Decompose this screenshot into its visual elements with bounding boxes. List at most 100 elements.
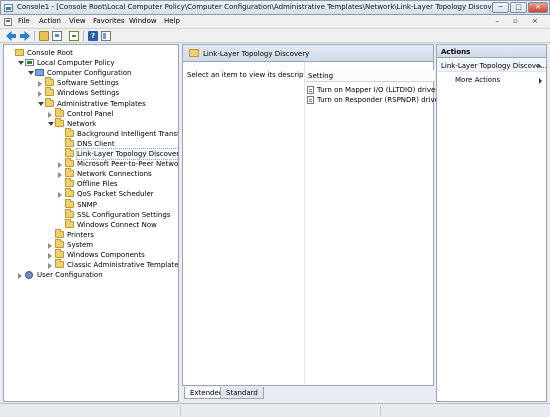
setting-name: Turn on Responder (RSPNDR) driver: [317, 96, 442, 104]
collapsed-arrow-icon[interactable]: [58, 172, 62, 179]
collapsed-arrow-icon[interactable]: [58, 192, 62, 199]
menu-help[interactable]: Help: [164, 17, 180, 25]
collapsed-arrow-icon[interactable]: [38, 91, 42, 98]
forward-arrow-icon[interactable]: [20, 31, 30, 41]
folder-icon: [55, 228, 64, 238]
tree-node-label: Control Panel: [67, 109, 114, 118]
tree-node-label: Classic Administrative Templates (ADM: [67, 261, 179, 270]
result-pane: Select an item to view its description. …: [182, 62, 442, 386]
submenu-arrow-icon: [539, 78, 542, 84]
menu-view[interactable]: View: [69, 17, 86, 25]
menu-bar: File Action View Favorites Window Help –…: [0, 15, 550, 29]
tree-node-label: SSL Configuration Settings: [77, 210, 171, 219]
back-arrow-icon[interactable]: [6, 31, 16, 41]
folder-icon: [65, 208, 74, 218]
tree-node-label: SNMP: [77, 200, 97, 209]
expanded-arrow-icon[interactable]: [28, 71, 34, 76]
tree-node-label: Administrative Templates: [57, 99, 146, 108]
actions-section-title: Link-Layer Topology Discove...: [441, 62, 547, 70]
tree-node-label: Software Settings: [57, 79, 119, 88]
menu-window[interactable]: Window: [129, 17, 157, 25]
tree-node-label: Windows Connect Now: [77, 220, 157, 229]
status-bar: [0, 403, 550, 417]
collapsed-arrow-icon[interactable]: [48, 253, 52, 259]
window-title: Console1 - [Console Root\Local Computer …: [17, 3, 506, 11]
tree-node-label: Windows Settings: [57, 89, 120, 98]
folder-icon: [65, 168, 74, 178]
tree-node-label: Printers: [67, 230, 94, 239]
policy-setting-icon: [307, 86, 314, 94]
actions-section-header[interactable]: Link-Layer Topology Discove...: [437, 59, 547, 72]
menu-file[interactable]: File: [18, 17, 30, 25]
status-divider: [380, 406, 381, 416]
export-list-icon[interactable]: [69, 31, 79, 41]
document-window-icon[interactable]: [4, 18, 12, 26]
toolbar-separator: [83, 31, 84, 41]
column-header-label: Setting: [308, 72, 334, 80]
policy-icon: [25, 59, 34, 67]
tree-node-label: Microsoft Peer-to-Peer Networkin: [77, 160, 179, 169]
folder-icon: [65, 218, 74, 228]
collapsed-arrow-icon[interactable]: [18, 273, 22, 280]
description-text: Select an item to view its description.: [187, 71, 320, 79]
tree-node-label: Link-Layer Topology Discovery: [75, 148, 178, 160]
folder-icon: [65, 148, 74, 157]
result-pane-header: Link-Layer Topology Discovery: [182, 44, 434, 62]
mmc-app-icon[interactable]: [4, 4, 13, 12]
actions-pane: Actions Link-Layer Topology Discove... M…: [436, 44, 547, 402]
tree-node-label: Background Intelligent Transfer Se: [77, 129, 179, 138]
console-tree[interactable]: Console Root Local Computer Policy Compute…: [3, 44, 179, 402]
result-pane-title: Link-Layer Topology Discovery: [203, 50, 310, 58]
expanded-arrow-icon[interactable]: [38, 101, 44, 106]
folder-icon: [45, 97, 54, 107]
tree-node-label: System: [67, 240, 94, 249]
tree-node-label: Computer Configuration: [47, 69, 132, 78]
folder-icon: [55, 249, 64, 258]
column-header-setting[interactable]: Setting: [305, 70, 435, 82]
tree-node-label: Console Root: [27, 49, 73, 57]
folder-icon: [65, 198, 74, 208]
folder-icon: [55, 117, 64, 127]
close-button[interactable]: ✕: [528, 2, 548, 13]
expanded-arrow-icon[interactable]: [48, 121, 54, 126]
folder-icon: [65, 137, 74, 147]
help-icon[interactable]: ?: [88, 31, 98, 41]
show-hide-action-pane-icon[interactable]: [101, 31, 111, 41]
collapsed-arrow-icon[interactable]: [48, 111, 52, 118]
menu-action[interactable]: Action: [39, 17, 61, 25]
folder-icon: [45, 87, 54, 97]
root-folder-icon: [15, 49, 24, 56]
collapsed-arrow-icon[interactable]: [48, 242, 52, 249]
document-window-controls[interactable]: – ▫ ×: [495, 17, 544, 25]
title-bar: Console1 - [Console Root\Local Computer …: [0, 0, 550, 15]
collapse-caret-icon[interactable]: [536, 64, 542, 67]
folder-icon: [45, 77, 54, 87]
folder-icon: [189, 49, 199, 57]
tree-node-label: DNS Client: [77, 139, 115, 148]
user-icon: [25, 271, 33, 280]
folder-icon: [65, 158, 74, 168]
status-divider: [180, 406, 181, 416]
folder-icon: [55, 259, 64, 269]
restore-button[interactable]: □: [510, 2, 527, 13]
tree-node-label: QoS Packet Scheduler: [77, 190, 154, 199]
collapsed-arrow-icon[interactable]: [58, 162, 62, 169]
actions-title: Actions: [441, 48, 471, 56]
tree-node-label: Offline Files: [77, 180, 118, 189]
collapsed-arrow-icon[interactable]: [48, 263, 52, 270]
up-folder-icon[interactable]: [39, 31, 49, 41]
menu-favorites[interactable]: Favorites: [93, 17, 125, 25]
expanded-arrow-icon[interactable]: [18, 61, 24, 66]
tree-node-label: User Configuration: [37, 271, 103, 280]
toolbar: ?: [0, 29, 550, 43]
show-hide-tree-icon[interactable]: [52, 31, 62, 41]
policy-setting-icon: [307, 96, 314, 104]
more-actions-item[interactable]: More Actions: [455, 76, 542, 84]
tab-standard[interactable]: Standard: [220, 387, 264, 399]
view-tabs: Extended Standard: [182, 386, 434, 400]
more-actions-label: More Actions: [455, 76, 501, 84]
collapsed-arrow-icon[interactable]: [38, 81, 42, 88]
folder-icon: [65, 188, 74, 198]
settings-list[interactable]: Setting Turn on Mapper I/O (LLTDIO) driv…: [304, 62, 442, 384]
minimize-button[interactable]: ─: [492, 2, 509, 13]
